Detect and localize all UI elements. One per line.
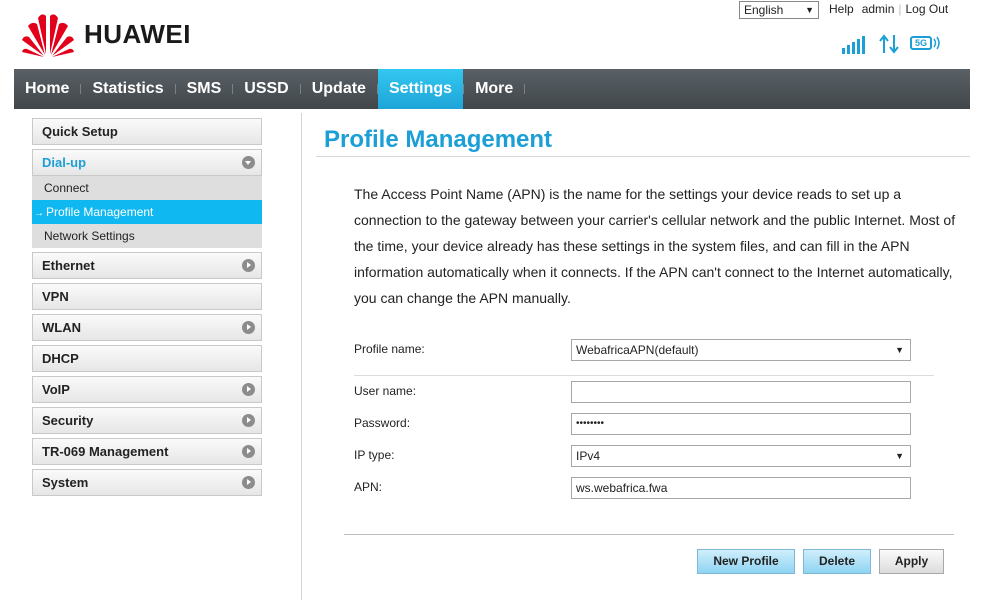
network-type-badge: 5G: [910, 34, 940, 54]
sidebar-item-dialup[interactable]: Dial-up: [32, 149, 262, 176]
sidebar-item-label: System: [42, 475, 89, 490]
password-row: Password: ••••••••: [354, 413, 914, 435]
sidebar-item-label: WLAN: [42, 320, 81, 335]
nav-divider: [524, 84, 526, 94]
sidebar-subitem-profile-management[interactable]: → Profile Management: [32, 200, 262, 224]
sidebar-subitem-connect[interactable]: Connect: [32, 176, 262, 200]
vertical-divider: [301, 113, 302, 600]
signal-strength-icon: [842, 36, 865, 54]
wifi-waves-icon: [933, 36, 940, 50]
sidebar-item-ethernet[interactable]: Ethernet: [32, 252, 262, 279]
sidebar-item-wlan[interactable]: WLAN: [32, 314, 262, 341]
ip-type-value: IPv4: [576, 449, 601, 463]
network-type-label: 5G: [910, 36, 932, 50]
admin-link[interactable]: admin: [858, 2, 899, 16]
sidebar-item-label: TR-069 Management: [42, 444, 169, 459]
chevron-right-icon: [242, 445, 255, 458]
nav-settings[interactable]: Settings: [377, 69, 464, 109]
router-web-ui: HUAWEI English ▼ Help admin | Log Out 5G: [0, 0, 984, 600]
user-name-row: User name:: [354, 381, 914, 403]
chevron-down-icon: ▼: [895, 345, 904, 355]
password-label: Password:: [354, 416, 411, 430]
profile-name-row: Profile name: WebafricaAPN(default) ▼: [354, 339, 914, 361]
main-nav: Home Statistics SMS USSD Update Settings…: [14, 69, 970, 109]
sidebar-item-security[interactable]: Security: [32, 407, 262, 434]
nav-ussd[interactable]: USSD: [233, 69, 299, 109]
sidebar-item-vpn[interactable]: VPN: [32, 283, 262, 310]
sidebar-item-dhcp[interactable]: DHCP: [32, 345, 262, 372]
apn-description: The Access Point Name (APN) is the name …: [354, 186, 956, 306]
chevron-down-icon: [242, 156, 255, 169]
sidebar-item-label: Ethernet: [42, 258, 95, 273]
sidebar-item-label: VoIP: [42, 382, 70, 397]
status-icons: 5G: [842, 34, 940, 54]
nav-statistics[interactable]: Statistics: [81, 69, 174, 109]
sidebar-item-voip[interactable]: VoIP: [32, 376, 262, 403]
ip-type-label: IP type:: [354, 448, 395, 462]
chevron-right-icon: [242, 476, 255, 489]
title-divider: [316, 156, 970, 157]
nav-sms[interactable]: SMS: [176, 69, 233, 109]
sidebar-item-system[interactable]: System: [32, 469, 262, 496]
chevron-right-icon: [242, 259, 255, 272]
page-title: Profile Management: [324, 126, 553, 153]
help-link[interactable]: Help: [825, 2, 858, 16]
sidebar-subitem-label: Profile Management: [46, 205, 154, 219]
profile-name-select[interactable]: WebafricaAPN(default) ▼: [571, 339, 911, 361]
brand-name: HUAWEI: [84, 18, 191, 49]
sidebar-item-quick-setup[interactable]: Quick Setup: [32, 118, 262, 145]
apn-input[interactable]: ws.webafrica.fwa: [571, 477, 911, 499]
sidebar-item-label: Dial-up: [42, 155, 87, 170]
nav-home[interactable]: Home: [14, 69, 80, 109]
delete-button[interactable]: Delete: [803, 549, 871, 574]
apn-label: APN:: [354, 480, 383, 494]
sidebar-item-tr069[interactable]: TR-069 Management: [32, 438, 262, 465]
dialup-submenu: Connect → Profile Management Network Sett…: [32, 176, 262, 248]
actions-divider: [344, 534, 954, 535]
huawei-flower-icon: [22, 14, 74, 57]
profile-name-label: Profile name:: [354, 342, 425, 356]
password-input[interactable]: ••••••••: [571, 413, 911, 435]
form-divider: [354, 375, 934, 376]
sidebar-subitem-network-settings[interactable]: Network Settings: [32, 224, 262, 248]
new-profile-button[interactable]: New Profile: [697, 549, 795, 574]
chevron-right-icon: [242, 383, 255, 396]
sidebar-item-label: Security: [42, 413, 94, 428]
chevron-right-icon: [242, 321, 255, 334]
nav-update[interactable]: Update: [301, 69, 377, 109]
apn-row: APN: ws.webafrica.fwa: [354, 477, 914, 499]
chevron-down-icon: ▼: [895, 451, 904, 461]
user-name-input[interactable]: [571, 381, 911, 403]
ip-type-select[interactable]: IPv4 ▼: [571, 445, 911, 467]
chevron-right-icon: [242, 414, 255, 427]
data-transfer-icon: [879, 34, 899, 54]
top-links: Help admin | Log Out: [825, 2, 952, 16]
ip-type-row: IP type: IPv4 ▼: [354, 445, 914, 467]
language-value: English: [744, 3, 784, 17]
settings-sidebar: Quick Setup Dial-up Connect → Profile Man…: [32, 118, 262, 500]
profile-name-value: WebafricaAPN(default): [576, 343, 699, 357]
nav-more[interactable]: More: [464, 69, 524, 109]
language-select[interactable]: English ▼: [739, 1, 819, 19]
user-name-label: User name:: [354, 384, 417, 398]
chevron-down-icon: ▼: [805, 5, 814, 15]
apply-button[interactable]: Apply: [879, 549, 944, 574]
huawei-logo[interactable]: HUAWEI: [20, 10, 191, 58]
current-arrow-icon: →: [34, 208, 44, 219]
logout-link[interactable]: Log Out: [902, 2, 953, 16]
